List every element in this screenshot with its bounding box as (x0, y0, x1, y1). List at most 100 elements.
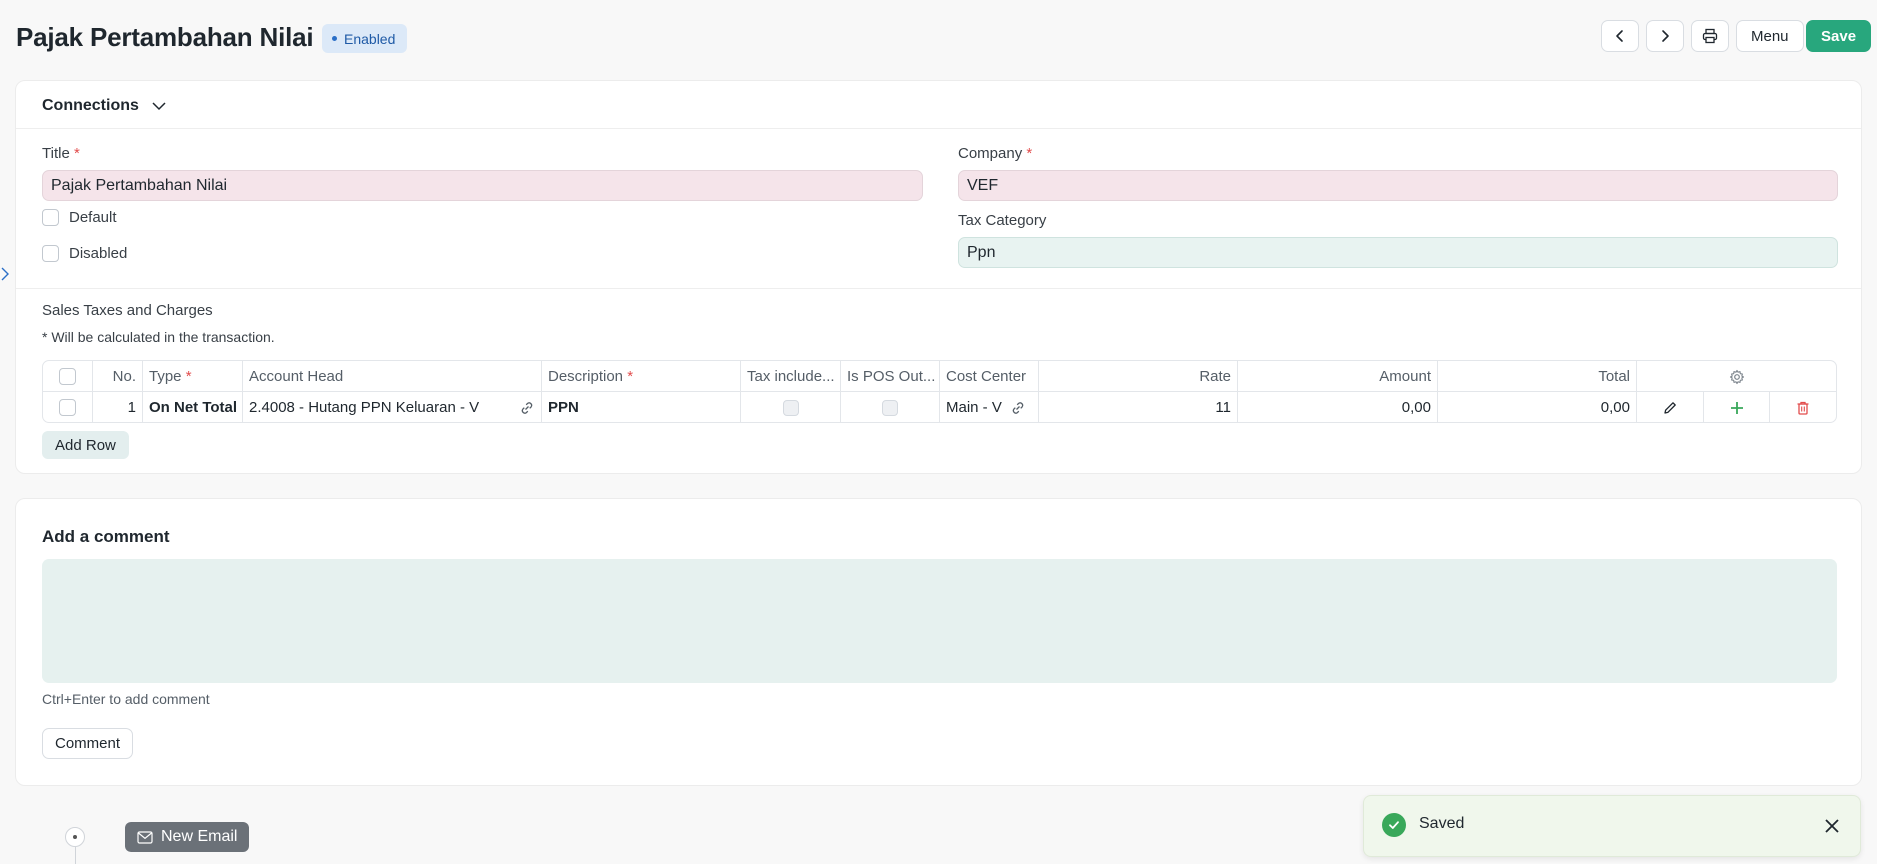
col-description: Description * (542, 361, 741, 392)
default-checkbox-label: Default (69, 209, 117, 226)
cell-rate[interactable]: 11 (1039, 392, 1238, 422)
timeline-dot (65, 827, 85, 847)
delete-row-cell (1770, 392, 1836, 422)
table-header-row: No. Type * Account Head Description * Ta… (43, 361, 1836, 392)
link-icon[interactable] (519, 400, 535, 416)
col-type: Type * (143, 361, 243, 392)
add-row-button[interactable]: Add Row (42, 431, 129, 459)
taxes-note: * Will be calculated in the transaction. (42, 329, 275, 345)
divider (16, 288, 1861, 289)
company-label: Company * (958, 145, 1032, 162)
save-button[interactable]: Save (1806, 20, 1872, 52)
col-tax-included: Tax include... (741, 361, 841, 392)
plus-icon[interactable] (1729, 400, 1745, 416)
mail-icon (137, 830, 153, 844)
default-checkbox[interactable] (42, 209, 59, 226)
cell-amount[interactable]: 0,00 (1238, 392, 1438, 422)
printer-icon (1702, 28, 1718, 44)
col-rate: Rate (1039, 361, 1238, 392)
col-account-head: Account Head (243, 361, 542, 392)
taxes-section-label: Sales Taxes and Charges (42, 302, 213, 319)
timeline-line (75, 847, 76, 864)
column-settings-cell (1637, 361, 1836, 392)
col-cost-center: Cost Center (940, 361, 1039, 392)
check-circle-icon (1382, 813, 1406, 837)
new-email-button[interactable]: New Email (125, 822, 250, 852)
tax-category-field-value: Ppn (967, 243, 996, 261)
row-checkbox[interactable] (59, 399, 76, 416)
company-field[interactable]: VEF (958, 170, 1838, 201)
gear-icon[interactable] (1729, 369, 1745, 385)
company-label-text: Company (958, 145, 1023, 162)
toast-message: Saved (1419, 815, 1465, 832)
select-all-cell (43, 361, 93, 392)
print-button[interactable] (1691, 20, 1729, 52)
col-no: No. (93, 361, 143, 392)
title-field[interactable]: Pajak Pertambahan Nilai (42, 170, 923, 201)
tax-category-field[interactable]: Ppn (958, 237, 1838, 268)
next-record-button[interactable] (1646, 20, 1684, 52)
cell-cost-center-value: Main - V (946, 399, 1002, 416)
saved-toast: Saved (1363, 795, 1861, 857)
select-all-checkbox[interactable] (59, 368, 76, 385)
col-description-label: Description (548, 368, 624, 385)
required-marker: * (185, 368, 192, 385)
cell-cost-center[interactable]: Main - V (940, 392, 1039, 422)
title-label: Title * (42, 145, 80, 162)
chevron-right-icon (1662, 30, 1669, 42)
connections-toggle[interactable]: Connections (42, 97, 167, 115)
previous-record-button[interactable] (1601, 20, 1639, 52)
close-icon[interactable] (1824, 818, 1840, 834)
cell-total[interactable]: 0,00 (1438, 392, 1637, 422)
status-badge-label: Enabled (344, 30, 396, 47)
divider (16, 128, 1861, 129)
connections-label: Connections (42, 97, 139, 114)
form-card: Connections Title * Pajak Pertambahan Ni… (15, 80, 1862, 474)
default-checkbox-row[interactable]: Default (42, 209, 117, 226)
comment-input[interactable] (42, 559, 1837, 683)
cell-account-head[interactable]: 2.4008 - Hutang PPN Keluaran - V (243, 392, 542, 422)
status-dot-icon (332, 36, 337, 41)
cell-type[interactable]: On Net Total (143, 392, 243, 422)
row-select-cell (43, 392, 93, 422)
cell-account-head-value: 2.4008 - Hutang PPN Keluaran - V (249, 399, 480, 416)
col-amount: Amount (1238, 361, 1438, 392)
title-label-text: Title (42, 145, 70, 162)
col-type-label: Type (149, 368, 182, 385)
company-field-value: VEF (967, 176, 999, 194)
required-marker: * (73, 145, 80, 162)
status-badge: Enabled (322, 24, 408, 53)
required-marker: * (1026, 145, 1033, 162)
new-email-label: New Email (161, 828, 238, 845)
trash-icon[interactable] (1795, 400, 1811, 416)
cell-description[interactable]: PPN (542, 392, 741, 422)
table-row[interactable]: 1 On Net Total 2.4008 - Hutang PPN Kelua… (43, 392, 1836, 422)
cell-is-pos (841, 392, 940, 422)
chevron-left-icon (1616, 30, 1623, 42)
required-marker: * (627, 368, 634, 385)
pencil-icon[interactable] (1662, 400, 1678, 416)
comment-card: Add a comment Ctrl+Enter to add comment … (15, 498, 1862, 786)
page-title: Pajak Pertambahan Nilai (16, 22, 314, 52)
tax-category-label: Tax Category (958, 212, 1047, 229)
disabled-checkbox[interactable] (42, 245, 59, 262)
page-header: Pajak Pertambahan Nilai Enabled Menu Sav… (0, 0, 1877, 76)
disabled-checkbox-row[interactable]: Disabled (42, 245, 127, 262)
is-pos-checkbox[interactable] (882, 399, 898, 416)
col-is-pos: Is POS Out... (841, 361, 940, 392)
link-icon[interactable] (1010, 400, 1026, 416)
comment-hint: Ctrl+Enter to add comment (42, 691, 210, 707)
chevron-down-icon (152, 102, 166, 111)
disabled-checkbox-label: Disabled (69, 245, 128, 262)
sidebar-toggle-icon[interactable] (0, 265, 12, 283)
insert-row-cell (1704, 392, 1770, 422)
comment-button[interactable]: Comment (42, 728, 134, 759)
cell-no: 1 (93, 392, 143, 422)
tax-included-checkbox[interactable] (782, 399, 799, 416)
comment-title: Add a comment (42, 527, 170, 546)
menu-button[interactable]: Menu (1736, 20, 1804, 52)
cell-tax-included (741, 392, 841, 422)
col-total: Total (1438, 361, 1637, 392)
edit-row-cell (1637, 392, 1704, 422)
title-field-value: Pajak Pertambahan Nilai (51, 176, 228, 194)
